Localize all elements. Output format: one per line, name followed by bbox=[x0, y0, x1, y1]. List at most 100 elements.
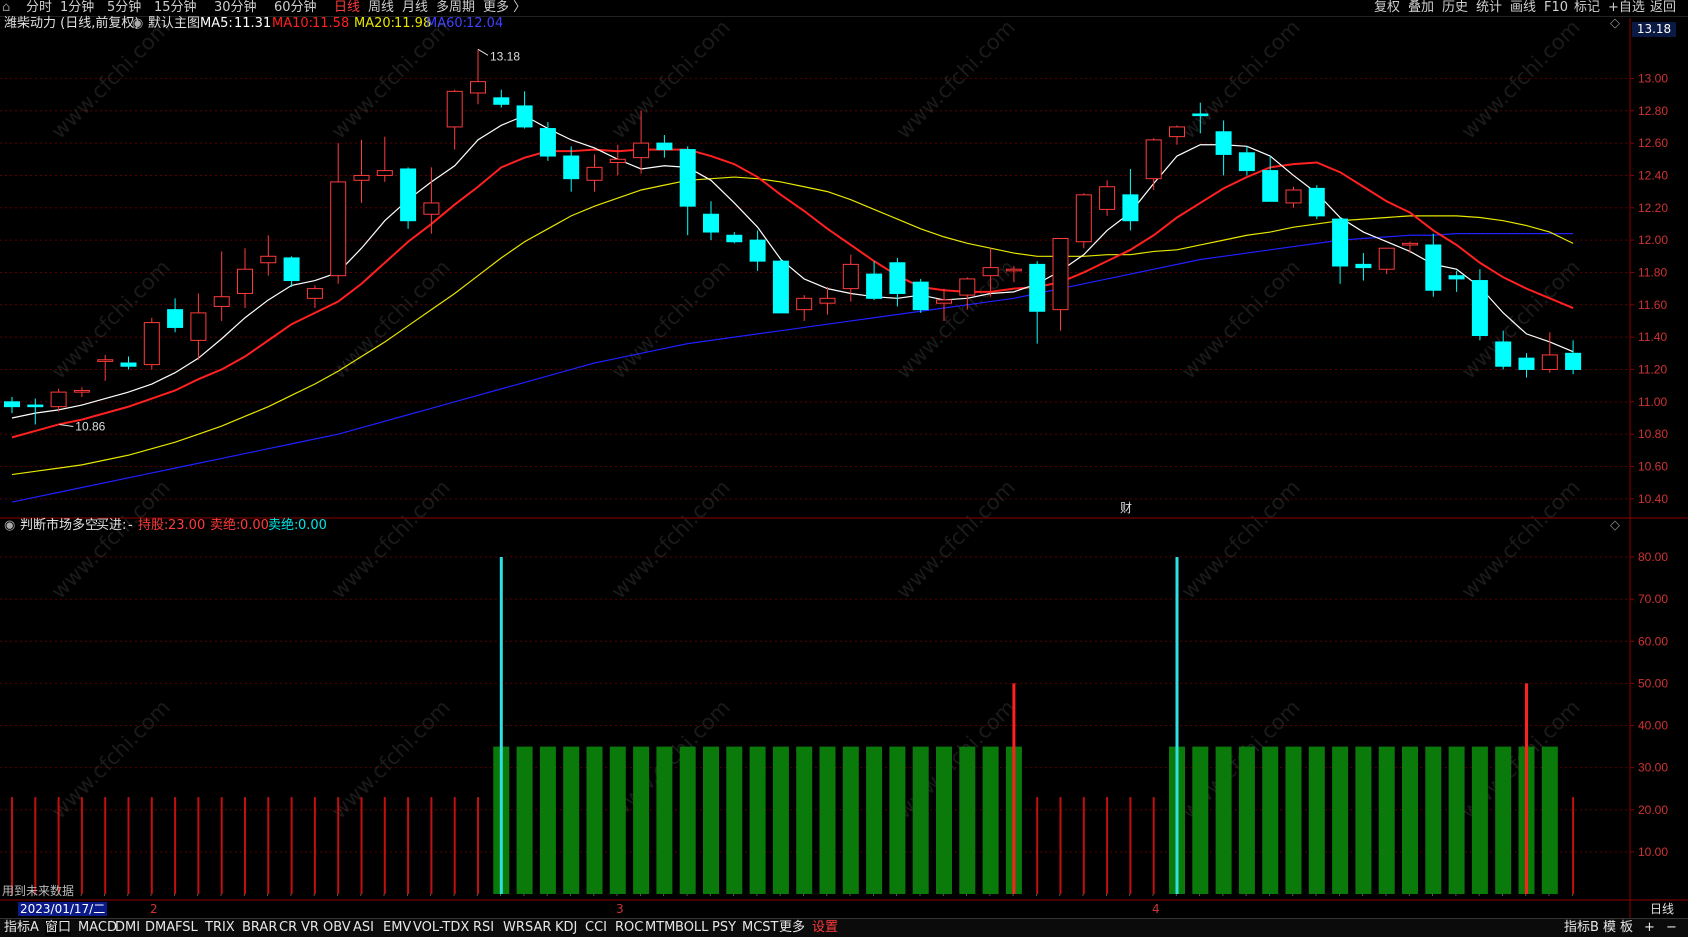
indicator-tab-12[interactable]: EMV bbox=[383, 920, 411, 936]
sellout-label: 卖绝: bbox=[268, 518, 299, 533]
hold-bar bbox=[1448, 746, 1465, 894]
indicator-tab-25[interactable]: 设置 bbox=[812, 920, 838, 936]
candle-body bbox=[446, 90, 463, 128]
candle bbox=[819, 287, 836, 315]
indicator-tab-15[interactable]: WR bbox=[503, 920, 525, 936]
candle-body bbox=[1075, 194, 1092, 243]
price-axis-label: 12.60 bbox=[1638, 136, 1668, 150]
indicator-tab-9[interactable]: VR bbox=[301, 920, 319, 936]
indicator-tab-8[interactable]: CR bbox=[279, 920, 297, 936]
indicator-tab-18[interactable]: CCI bbox=[585, 920, 607, 936]
indicator-tab-10[interactable]: OBV bbox=[323, 920, 351, 936]
hold-bar bbox=[1355, 746, 1372, 894]
candle bbox=[1425, 233, 1442, 297]
indicator-tab-21[interactable]: BOLL bbox=[675, 920, 708, 936]
indicator-toggle-icon: ◉ bbox=[4, 518, 16, 533]
watermark-text: www.cfchi.com bbox=[327, 475, 455, 603]
indicator-tab-4[interactable]: DMA bbox=[145, 920, 175, 936]
baseline-dot: · bbox=[1408, 891, 1411, 900]
right-tab-2[interactable]: 板 bbox=[1620, 920, 1633, 936]
indicator-tab-22[interactable]: PSY bbox=[712, 920, 736, 936]
indicator-tab-1[interactable]: 窗口 bbox=[45, 920, 72, 936]
indicator-tab-3[interactable]: DMI bbox=[115, 920, 140, 936]
price-axis-label: 13.00 bbox=[1638, 71, 1668, 85]
indicator-tab-2[interactable]: MACD bbox=[78, 920, 117, 936]
indicator-tab-24[interactable]: 更多 bbox=[779, 920, 805, 936]
indicator-tab-14[interactable]: RSI bbox=[473, 920, 494, 936]
watermark-text: www.cfchi.com bbox=[892, 475, 1020, 603]
indicator-tab-20[interactable]: MTM bbox=[645, 920, 675, 936]
candle bbox=[120, 356, 137, 370]
indicator-tab-16[interactable]: SAR bbox=[525, 920, 551, 936]
right-tab-0[interactable]: 指标B bbox=[1564, 920, 1599, 936]
hold-bar bbox=[1192, 746, 1209, 894]
indicator-tab-23[interactable]: MCST bbox=[742, 920, 779, 936]
baseline-dot: · bbox=[383, 891, 386, 900]
candle bbox=[493, 89, 510, 108]
candle bbox=[1308, 185, 1325, 220]
candle-body bbox=[1448, 275, 1465, 280]
sell-value: 0.00 bbox=[240, 518, 269, 533]
indicator-tab-bar: 指标A 窗口 MACD DMI DMA FSL TRIX BRAR CR VR OBV ASI EMV V… bbox=[0, 918, 1688, 937]
candle-body bbox=[376, 170, 393, 176]
baseline-dot: · bbox=[1478, 891, 1481, 900]
baseline-dot: · bbox=[453, 891, 456, 900]
candle-body bbox=[679, 149, 696, 207]
indicator-tab-7[interactable]: BRAR bbox=[242, 920, 277, 936]
candle-body bbox=[1332, 218, 1349, 267]
hold-bar bbox=[796, 746, 813, 894]
baseline-dot: · bbox=[616, 891, 619, 900]
watermark-text: www.cfchi.com bbox=[892, 15, 1020, 143]
right-tab-1[interactable]: 模 bbox=[1603, 920, 1616, 936]
indicator-tab-11[interactable]: ASI bbox=[353, 920, 374, 936]
baseline-dot: · bbox=[1501, 891, 1504, 900]
hold-bar bbox=[1402, 746, 1418, 894]
indicator-name: 判断市场多空 bbox=[20, 518, 99, 533]
watermark-text: www.cfchi.com bbox=[327, 15, 455, 143]
baseline-dot: · bbox=[1361, 891, 1364, 900]
hold-bar bbox=[749, 746, 766, 894]
hold-bar bbox=[1285, 746, 1302, 894]
indicator-tab-0[interactable]: 指标A bbox=[4, 920, 39, 936]
baseline-dot: · bbox=[919, 891, 922, 900]
candle bbox=[1215, 120, 1232, 176]
baseline-dot: · bbox=[1338, 891, 1341, 900]
indicator-tab-5[interactable]: FSL bbox=[175, 920, 198, 936]
candle bbox=[539, 122, 556, 161]
high-pointer bbox=[477, 48, 489, 56]
candle-body bbox=[1192, 113, 1209, 117]
candle-body bbox=[1425, 244, 1442, 291]
candle-body bbox=[1495, 341, 1512, 367]
baseline-dot: · bbox=[1105, 891, 1108, 900]
baseline-dot: · bbox=[709, 891, 712, 900]
baseline-dot: · bbox=[103, 891, 106, 900]
indicator-tab-19[interactable]: ROC bbox=[615, 920, 643, 936]
candle bbox=[656, 135, 673, 158]
indicator-axis-label: 20.00 bbox=[1638, 803, 1668, 817]
candle-body bbox=[1052, 238, 1069, 311]
candle-body bbox=[1308, 187, 1325, 217]
hold-value: 23.00 bbox=[168, 518, 206, 533]
buy-label: 买进: bbox=[96, 518, 127, 533]
candle-body bbox=[1471, 280, 1488, 337]
hold-bar bbox=[936, 746, 952, 894]
candle-body bbox=[1215, 131, 1232, 155]
indicator-tab-13[interactable]: VOL-TDX bbox=[413, 920, 469, 936]
candle-body bbox=[819, 297, 836, 304]
baseline-dot: · bbox=[1245, 891, 1248, 900]
candle-body bbox=[190, 312, 207, 341]
kline-chart[interactable]: 13.00 12.80 12.60 12.40 12.20 12.00 11.80 11.60… bbox=[0, 0, 1688, 918]
baseline-dot: · bbox=[942, 891, 945, 900]
candle-body bbox=[563, 155, 580, 180]
candle-body bbox=[1238, 152, 1255, 172]
candle-body bbox=[749, 239, 766, 262]
candle bbox=[749, 230, 766, 271]
indicator-tab-6[interactable]: TRIX bbox=[205, 920, 235, 936]
candle bbox=[1238, 146, 1255, 176]
right-tab-4[interactable]: − bbox=[1666, 920, 1677, 936]
baseline-dot: · bbox=[1152, 891, 1155, 900]
hold-bar bbox=[1215, 746, 1232, 894]
indicator-tab-17[interactable]: KDJ bbox=[555, 920, 577, 936]
right-tab-3[interactable]: + bbox=[1644, 920, 1655, 936]
hold-bar bbox=[866, 746, 883, 894]
